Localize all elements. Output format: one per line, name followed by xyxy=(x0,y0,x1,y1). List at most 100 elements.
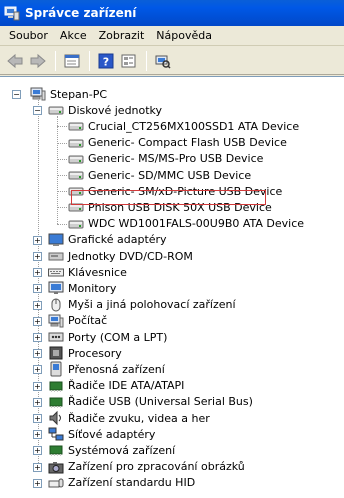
category-label: Přenosná zařízení xyxy=(68,362,165,376)
menu-soubor[interactable]: Soubor xyxy=(4,29,53,42)
menu-bar: Soubor Akce Zobrazit Nápověda xyxy=(0,26,344,46)
mouse-icon xyxy=(48,297,64,313)
expand-toggle[interactable]: + xyxy=(33,365,42,375)
disk-device-item[interactable]: Generic- Compact Flash USB Device xyxy=(68,135,287,151)
toolbar-separator xyxy=(55,50,56,71)
monitor-icon xyxy=(48,280,64,296)
tree-item-ports[interactable]: Porty (COM a LPT) xyxy=(48,329,167,345)
category-label: Systémová zařízení xyxy=(68,443,176,457)
device-label: Generic- SD/MMC USB Device xyxy=(88,168,252,182)
expand-toggle[interactable]: + xyxy=(33,349,42,359)
collapse-toggle[interactable]: − xyxy=(33,106,42,116)
tree-item-system-devices[interactable]: Systémová zařízení xyxy=(48,442,175,458)
forward-arrow-icon xyxy=(30,53,46,68)
category-label: Počítač xyxy=(68,314,108,328)
tree-line xyxy=(57,142,67,144)
tree-item-processors[interactable]: Procesory xyxy=(48,345,122,361)
expand-toggle[interactable]: + xyxy=(33,284,42,294)
tree-line xyxy=(57,191,67,193)
back-button[interactable] xyxy=(4,50,26,72)
device-tree[interactable]: − Stepan-PC − Diskové jednotky Crucial_CT256… xyxy=(0,76,344,498)
tree-item-dvd-cdrom-drives[interactable]: Jednotky DVD/CD-ROM xyxy=(48,248,193,264)
tree-item-portable-devices[interactable]: Přenosná zařízení xyxy=(48,361,165,377)
display-icon xyxy=(48,232,64,248)
expand-toggle[interactable]: + xyxy=(33,414,42,423)
expand-toggle[interactable]: + xyxy=(33,252,42,261)
show-hidden-icon xyxy=(121,54,136,67)
cpu-icon xyxy=(48,345,64,361)
expand-toggle[interactable]: + xyxy=(33,446,42,456)
tree-line xyxy=(57,126,67,128)
expand-toggle[interactable]: + xyxy=(33,430,42,440)
category-label: Řadiče zvuku, videa a her xyxy=(68,411,210,425)
tree-item-network-adapters[interactable]: Síťové adaptéry xyxy=(48,426,155,442)
toolbar-separator xyxy=(146,50,147,71)
expand-toggle[interactable]: + xyxy=(33,235,42,245)
tree-item-usb-controllers[interactable]: Řadiče USB (Universal Serial Bus) xyxy=(48,394,253,410)
tree-line xyxy=(57,158,67,160)
properties-button[interactable] xyxy=(61,50,83,72)
disk-device-item[interactable]: WDC WD1001FALS-00U9B0 ATA Device xyxy=(68,216,304,232)
disk-drive-icon xyxy=(68,135,84,151)
tree-item-computer[interactable]: Počítač xyxy=(48,313,107,329)
tree-line xyxy=(57,223,67,225)
toolbar: ? xyxy=(0,47,344,75)
category-label: Diskové jednotky xyxy=(68,103,163,117)
category-label: Řadiče IDE ATA/ATAPI xyxy=(68,379,185,393)
category-label: Klávesnice xyxy=(68,265,127,279)
disk-device-item[interactable]: Generic- MS/MS-Pro USB Device xyxy=(68,151,263,167)
menu-napoveda[interactable]: Nápověda xyxy=(151,29,217,42)
disk-drive-icon xyxy=(68,167,84,183)
expand-toggle[interactable]: + xyxy=(33,381,42,391)
controller-icon xyxy=(48,378,64,394)
disk-device-item[interactable]: Generic- SD/MMC USB Device xyxy=(68,167,251,183)
tree-root-label: Stepan-PC xyxy=(50,87,108,101)
help-icon: ? xyxy=(98,53,114,68)
network-icon xyxy=(48,426,64,442)
computer-icon xyxy=(48,313,64,329)
category-label: Síťové adaptéry xyxy=(68,427,156,441)
tree-item-monitors[interactable]: Monitory xyxy=(48,280,116,296)
help-button[interactable]: ? xyxy=(95,50,117,72)
tree-item-ide-controllers[interactable]: Řadiče IDE ATA/ATAPI xyxy=(48,378,184,394)
forward-button[interactable] xyxy=(27,50,49,72)
disk-drive-icon xyxy=(68,118,84,134)
tree-line xyxy=(57,207,67,209)
expand-toggle[interactable]: + xyxy=(33,268,42,278)
device-label: WDC WD1001FALS-00U9B0 ATA Device xyxy=(88,217,305,231)
tree-item-imaging-devices[interactable]: Zařízení pro zpracování obrázků xyxy=(48,459,245,475)
expand-toggle[interactable]: + xyxy=(33,333,42,342)
tree-item-keyboards[interactable]: Klávesnice xyxy=(48,264,127,280)
category-label: Jednotky DVD/CD-ROM xyxy=(68,249,193,263)
expand-toggle[interactable]: + xyxy=(33,300,42,310)
show-hidden-button[interactable] xyxy=(118,50,140,72)
window-title: Správce zařízení xyxy=(25,6,137,20)
collapse-toggle[interactable]: − xyxy=(12,90,21,99)
tree-item-sound-controllers[interactable]: Řadiče zvuku, videa a her xyxy=(48,410,210,426)
device-label: Generic- MS/MS-Pro USB Device xyxy=(88,152,264,166)
expand-toggle[interactable]: + xyxy=(33,478,42,488)
tree-root-item[interactable]: Stepan-PC xyxy=(30,86,107,102)
selected-item-highlight xyxy=(71,190,266,205)
disk-device-item[interactable]: Crucial_CT256MX100SSD1 ATA Device xyxy=(68,118,299,134)
tree-item-disk-drives[interactable]: Diskové jednotky xyxy=(48,102,162,118)
expand-toggle[interactable]: + xyxy=(33,316,42,326)
tree-item-mice[interactable]: Myši a jiná polohovací zařízení xyxy=(48,297,236,313)
category-label: Monitory xyxy=(68,281,117,295)
tree-item-display-adapters[interactable]: Grafické adaptéry xyxy=(48,232,167,248)
camera-icon xyxy=(48,459,64,475)
properties-icon xyxy=(64,54,80,67)
expand-toggle[interactable]: + xyxy=(33,397,42,407)
toolbar-separator xyxy=(89,50,90,71)
menu-akce[interactable]: Akce xyxy=(55,29,92,42)
title-bar: Správce zařízení xyxy=(0,0,344,26)
keyboard-icon xyxy=(48,264,64,280)
sound-icon xyxy=(48,410,64,426)
expand-toggle[interactable]: + xyxy=(33,462,42,472)
category-label: Zařízení pro zpracování obrázků xyxy=(68,460,245,474)
tree-line xyxy=(38,100,39,467)
menu-zobrazit[interactable]: Zobrazit xyxy=(94,29,150,42)
tree-item-hid-devices[interactable]: Zařízení standardu HID xyxy=(48,475,195,491)
scan-hardware-button[interactable] xyxy=(152,50,174,72)
disk-drive-icon xyxy=(68,216,84,232)
